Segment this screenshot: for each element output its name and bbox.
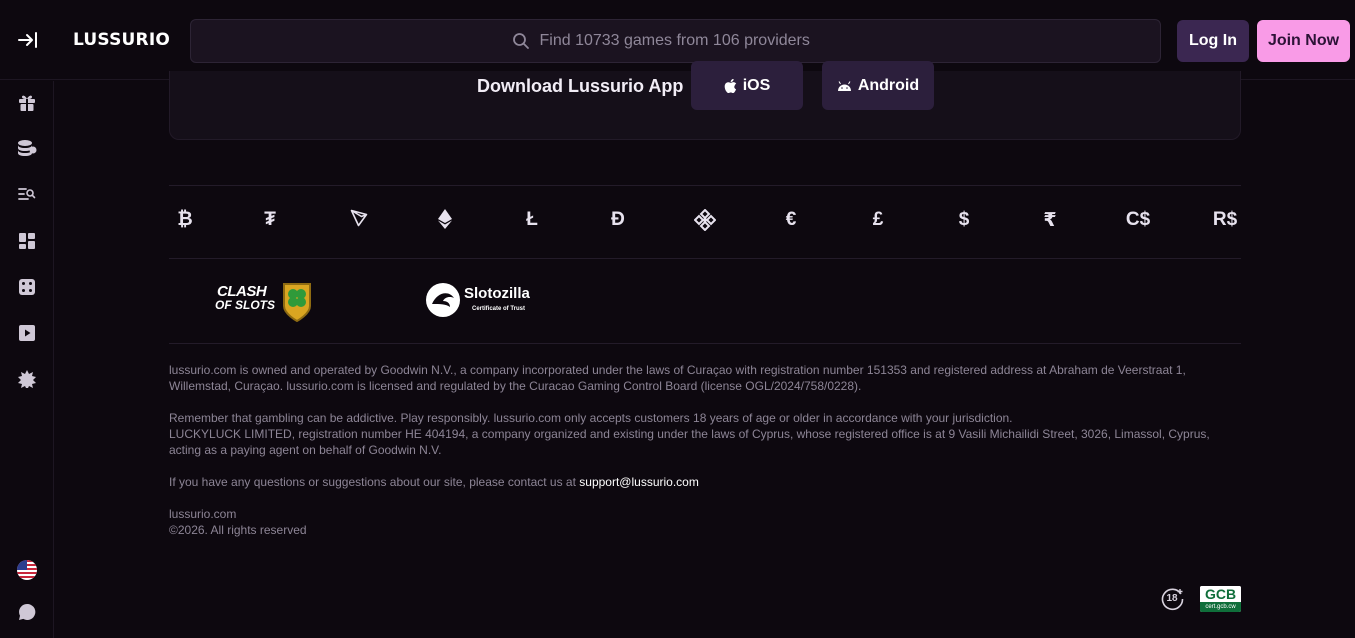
dollar-icon: $ <box>958 209 970 230</box>
slotozilla-name: Slotozilla <box>464 285 530 302</box>
app-download-title: Download Lussurio App <box>477 76 684 96</box>
ownership-text: lussurio.com is owned and operated by Go… <box>169 363 1186 393</box>
clash-of-slots-logo[interactable]: CLASH OF SLOTS <box>213 280 313 322</box>
contact-prefix: If you have any questions or suggestions… <box>169 475 580 489</box>
divider <box>169 343 1241 344</box>
tron-icon <box>344 209 374 233</box>
binance-icon <box>690 208 720 237</box>
android-icon <box>837 80 851 91</box>
brl-icon: R$ <box>1212 209 1238 230</box>
rupee-icon: ₹ <box>1043 210 1057 231</box>
litecoin-icon: Ł <box>526 209 538 230</box>
slotozilla-sub: Certificate of Trust <box>472 306 526 312</box>
search-icon <box>512 33 529 49</box>
divider <box>169 185 1241 186</box>
slotozilla-logo[interactable]: Slotozilla Certificate of Trust <box>424 280 544 322</box>
footer-content: Download Lussurio App iOS Android ₿ ₮ Ł … <box>55 61 1355 638</box>
ios-button[interactable]: iOS <box>691 61 803 110</box>
grid-icon[interactable] <box>16 230 38 252</box>
gcb-badge[interactable]: GCB cert.gcb.cw <box>1200 586 1241 612</box>
search-list-icon[interactable] <box>16 183 38 205</box>
join-now-button[interactable]: Join Now <box>1257 20 1350 62</box>
clash-line1: CLASH <box>217 283 267 300</box>
us-flag-icon[interactable] <box>16 559 38 581</box>
divider <box>169 258 1241 259</box>
age-label: 18 <box>1166 593 1178 604</box>
logo[interactable]: LUSSURIO <box>73 30 170 50</box>
login-button[interactable]: Log In <box>1177 20 1249 62</box>
support-email-link[interactable]: support@lussurio.com <box>579 475 699 489</box>
payment-agent-text: LUCKYLUCK LIMITED, registration number H… <box>169 427 1210 457</box>
search-bar[interactable] <box>190 19 1161 63</box>
ethereum-icon <box>430 209 460 235</box>
dogecoin-icon: Đ <box>611 209 625 230</box>
dragon-icon <box>426 283 460 317</box>
expand-sidebar-icon[interactable] <box>14 28 42 52</box>
ios-label: iOS <box>742 76 771 94</box>
top-bar: LUSSURIO Log In Join Now <box>0 0 1355 80</box>
gift-icon[interactable] <box>16 92 38 114</box>
site-name: lussurio.com <box>169 507 237 521</box>
clover-shield-icon <box>283 283 311 322</box>
tether-icon: ₮ <box>264 209 276 230</box>
chat-icon[interactable] <box>16 601 38 623</box>
search-input[interactable] <box>539 32 840 50</box>
dice-icon[interactable] <box>16 276 38 298</box>
copyright: ©2026. All rights reserved <box>169 523 307 537</box>
play-icon[interactable] <box>16 322 38 344</box>
app-download-card: Download Lussurio App iOS Android <box>169 61 1241 140</box>
pound-icon: £ <box>872 209 884 230</box>
age-18-badge: 18 <box>1161 587 1185 611</box>
android-label: Android <box>857 76 920 94</box>
clash-line2: OF SLOTS <box>215 298 275 312</box>
gcb-label: GCB <box>1200 586 1241 602</box>
cad-icon: C$ <box>1125 209 1151 230</box>
gcb-sub: cert.gcb.cw <box>1200 602 1241 612</box>
coins-icon[interactable] <box>16 137 38 159</box>
android-button[interactable]: Android <box>822 61 934 110</box>
apple-icon <box>724 78 736 93</box>
euro-icon: € <box>785 209 797 230</box>
sidebar <box>0 81 54 638</box>
responsible-gambling-text: Remember that gambling can be addictive.… <box>169 411 1013 425</box>
contact-text: If you have any questions or suggestions… <box>169 474 1244 490</box>
starburst-icon[interactable] <box>16 368 38 390</box>
bitcoin-icon: ₿ <box>177 209 193 230</box>
